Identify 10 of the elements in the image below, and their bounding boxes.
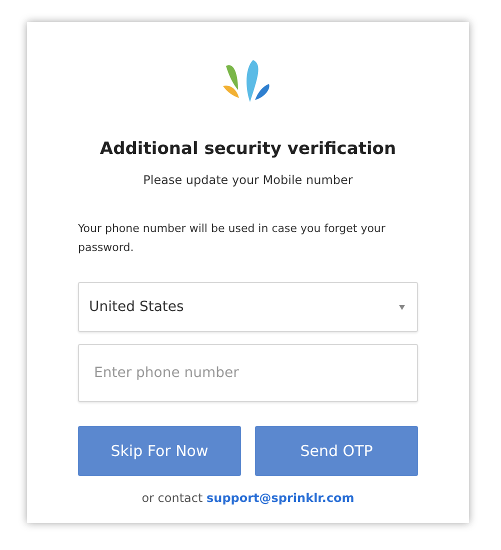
phone-field[interactable]: Enter phone number — [78, 344, 418, 402]
note-text: Your phone number will be used in case you forget your password. — [78, 221, 386, 256]
send-otp-button[interactable]: Send OTP — [255, 426, 418, 476]
skip-button[interactable]: Skip For Now — [78, 426, 241, 476]
subtitle: Please update your Mobile number — [143, 173, 353, 187]
support-link[interactable]: support@sprinklr.com — [206, 491, 354, 505]
contact-text: or contact support@sprinklr.com — [142, 491, 354, 505]
title: Additional security verification — [100, 139, 396, 159]
country-select[interactable]: United States — [78, 282, 418, 332]
caret-icon — [399, 304, 405, 310]
